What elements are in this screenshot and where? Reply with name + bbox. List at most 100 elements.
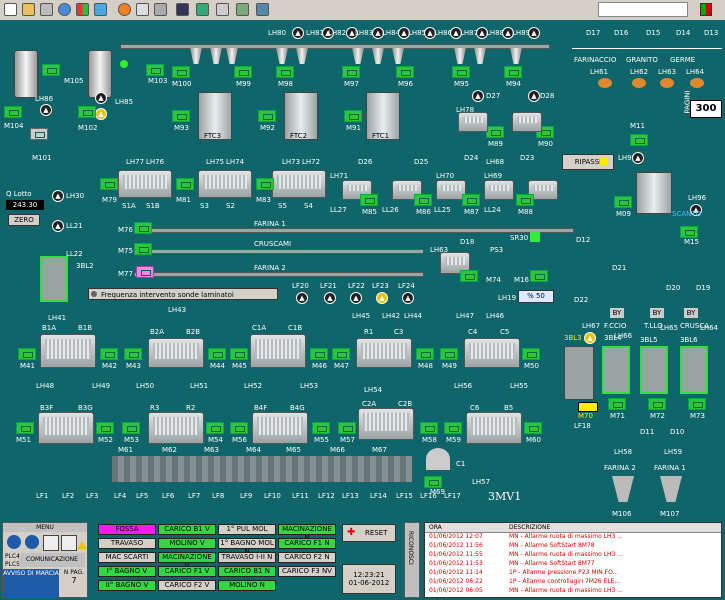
monitor-icon[interactable]	[176, 3, 189, 16]
level-sensor-icon[interactable]	[292, 27, 304, 39]
bin-3bl3[interactable]	[564, 346, 594, 400]
motor-m81[interactable]	[176, 178, 194, 190]
outloader-icon[interactable]	[660, 476, 682, 502]
reset-button[interactable]: ✚ RESET	[342, 524, 396, 542]
level-sensor-icon[interactable]	[402, 292, 414, 304]
roller-mill-r3r2[interactable]	[148, 412, 204, 444]
riconosci-button[interactable]: RICONOSCI	[404, 522, 420, 598]
level-sensor-icon[interactable]	[296, 292, 308, 304]
motor-m105[interactable]	[42, 64, 60, 76]
motor-m15[interactable]	[680, 226, 698, 238]
freq-sonde-button[interactable]: Frequenza intervento sonde laminatoi	[88, 288, 278, 300]
motor-m52[interactable]	[96, 422, 114, 434]
motor-m45[interactable]	[230, 348, 248, 360]
alarm-sensor-icon[interactable]	[376, 292, 388, 304]
level-sensor-icon[interactable]	[632, 152, 644, 164]
new-icon[interactable]	[4, 3, 17, 16]
motor-m98[interactable]	[276, 66, 294, 78]
motor-m41[interactable]	[18, 348, 36, 360]
level-sensor-icon[interactable]	[52, 220, 64, 232]
command-button[interactable]: MAC SCARTI	[98, 552, 156, 563]
motor-m77[interactable]	[136, 266, 154, 278]
chart-icon[interactable]	[256, 3, 269, 16]
cyclone-c1[interactable]	[426, 448, 450, 470]
sifter-s1[interactable]	[118, 170, 172, 198]
motor-m91[interactable]	[344, 110, 362, 122]
print-icon[interactable]	[216, 3, 229, 16]
motor-m44[interactable]	[208, 348, 226, 360]
level-sensor-icon[interactable]	[324, 292, 336, 304]
motor-m56[interactable]	[230, 422, 248, 434]
motor-m96[interactable]	[396, 66, 414, 78]
zero-button[interactable]: ZERO	[8, 214, 40, 226]
outloader-icon[interactable]	[612, 476, 634, 502]
level-sensor-icon[interactable]	[95, 92, 107, 104]
command-button[interactable]: I° BAGNO V	[98, 566, 156, 577]
motor-m103[interactable]	[146, 64, 164, 76]
motor-m51[interactable]	[16, 422, 34, 434]
command-button[interactable]: CARICO B1 N	[218, 566, 276, 577]
warning-icon[interactable]	[77, 541, 87, 549]
roller-mill-b2[interactable]	[148, 338, 204, 368]
motor-m69[interactable]	[424, 476, 442, 488]
sifter-s5[interactable]	[272, 170, 326, 198]
motor-m89[interactable]	[486, 126, 504, 138]
command-button[interactable]: MOLINO V	[158, 538, 216, 549]
motor-m42[interactable]	[100, 348, 118, 360]
bin-3bl6[interactable]	[680, 346, 708, 394]
comunicazione-button[interactable]: COMUNICAZIONE	[19, 553, 85, 567]
motor-m93[interactable]	[172, 110, 190, 122]
alarm-list[interactable]: ORA DESCRIZIONE 01/06/2012 12:07 MN - All…	[424, 522, 722, 598]
motor-m48[interactable]	[416, 348, 434, 360]
bin-3bl4[interactable]	[602, 346, 630, 394]
roller-mill-c2[interactable]	[358, 408, 414, 440]
command-button[interactable]: CARICO B1 V	[158, 524, 216, 535]
roller-mill-c4c5[interactable]	[464, 338, 520, 368]
valve-icon[interactable]	[632, 78, 646, 88]
motor-m50[interactable]	[522, 348, 540, 360]
motor-m97[interactable]	[342, 66, 360, 78]
open-icon[interactable]	[22, 3, 35, 16]
alarm-sensor-icon[interactable]	[584, 332, 596, 344]
sifter-s3[interactable]	[198, 170, 252, 198]
forward-icon[interactable]	[25, 535, 39, 549]
motor-m95[interactable]	[452, 66, 470, 78]
tools-icon[interactable]	[40, 3, 53, 16]
motor-m76[interactable]	[134, 222, 152, 234]
motor-m54[interactable]	[206, 422, 224, 434]
level-sensor-icon[interactable]	[40, 104, 52, 116]
command-button[interactable]: CARICO F1 N	[278, 538, 336, 549]
toolbar-search-field[interactable]	[598, 2, 688, 17]
avviso-button[interactable]: AVVISO DI MARCIA	[3, 569, 59, 597]
motor-m100[interactable]	[172, 66, 190, 78]
motor-m94[interactable]	[504, 66, 522, 78]
motor-m43[interactable]	[124, 348, 142, 360]
sifter-m09[interactable]	[636, 172, 672, 214]
page-number-display[interactable]: 300	[690, 100, 722, 118]
motor-m11[interactable]	[630, 134, 648, 146]
command-button[interactable]: MACINAZIONE V	[158, 552, 216, 570]
roller-mill-b4[interactable]	[252, 412, 308, 444]
valve-icon[interactable]	[690, 78, 704, 88]
purifier-machine[interactable]	[484, 180, 514, 200]
roller-mill-c1[interactable]	[250, 334, 306, 368]
calculator-icon[interactable]	[43, 535, 59, 551]
command-button[interactable]: TRAVASO	[98, 538, 156, 549]
motor-m92[interactable]	[258, 110, 276, 122]
grid-icon[interactable]	[154, 3, 167, 16]
percent-display[interactable]: % 50	[518, 290, 554, 303]
back-icon[interactable]	[7, 535, 21, 549]
motor-m59[interactable]	[444, 422, 462, 434]
command-button[interactable]: 1° BAGNO MOL N	[218, 538, 276, 556]
motor-m58[interactable]	[420, 422, 438, 434]
command-button[interactable]: MACINAZIONE N	[278, 524, 336, 542]
motor-m85[interactable]	[360, 194, 378, 206]
document-icon[interactable]	[61, 535, 77, 551]
motor-m88[interactable]	[516, 194, 534, 206]
motor-m49[interactable]	[440, 348, 458, 360]
motor-m87[interactable]	[462, 194, 480, 206]
motor-m70[interactable]	[578, 402, 598, 412]
level-sensor-icon[interactable]	[528, 90, 540, 102]
motor-m99[interactable]	[234, 66, 252, 78]
motor-m47[interactable]	[332, 348, 350, 360]
